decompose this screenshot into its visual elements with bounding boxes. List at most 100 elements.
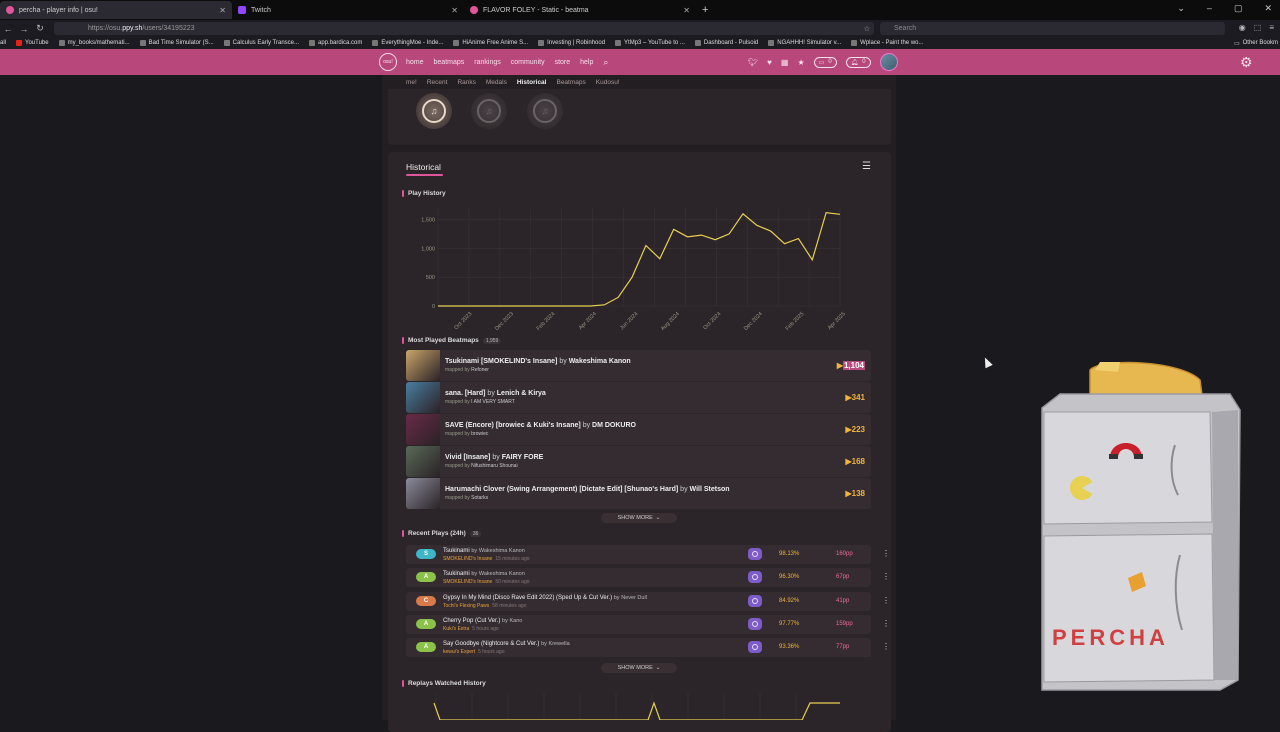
- tab-osu-profile[interactable]: percha - player info | osu! ✕: [0, 1, 232, 19]
- more-options-icon[interactable]: ⋮: [882, 572, 890, 581]
- chevron-down-icon: ⌄: [655, 665, 661, 671]
- show-more-plays-button[interactable]: SHOW MORE ⌄: [601, 663, 677, 673]
- beatmap-title-line[interactable]: Tsukinami [SMOKELIND's Insane] by Wakesh…: [445, 358, 837, 365]
- hamburger-menu-icon[interactable]: ☰: [862, 161, 871, 172]
- medal-icon[interactable]: ♫: [527, 93, 563, 129]
- bookmark-item[interactable]: all: [0, 40, 6, 46]
- recent-play-row[interactable]: A Tsukinami by Wakeshima Kanon SMOKELIND's…: [406, 568, 890, 588]
- bookmark-item[interactable]: Wplace - Paint the wo...: [851, 40, 924, 46]
- beatmap-row[interactable]: Tsukinami [SMOKELIND's Insane] by Wakesh…: [406, 350, 871, 381]
- subnav-beatmaps[interactable]: Beatmaps: [556, 79, 585, 89]
- recent-play-row[interactable]: S Tsukinami by Wakeshima Kanon SMOKELIND's…: [406, 545, 890, 564]
- osu-nav-rankings[interactable]: rankings: [474, 59, 500, 66]
- osu-nav-home[interactable]: home: [406, 59, 424, 66]
- heart-icon[interactable]: ♥: [767, 58, 772, 67]
- search-icon[interactable]: ⌕: [603, 57, 608, 68]
- chevron-down-icon[interactable]: ⌄: [1177, 3, 1185, 14]
- new-tab-button[interactable]: +: [702, 4, 708, 16]
- osu-nav-store[interactable]: store: [555, 59, 571, 66]
- more-options-icon[interactable]: ⋮: [882, 549, 890, 558]
- beatmap-title-line[interactable]: SAVE (Encore) [browiec & Kuki's Insane] …: [445, 422, 845, 429]
- star-icon[interactable]: ★: [797, 58, 804, 67]
- show-more-beatmaps-button[interactable]: SHOW MORE ⌄: [601, 513, 677, 523]
- chat-button[interactable]: ▭ 0: [813, 56, 837, 68]
- play-title-line[interactable]: Tsukinami by Wakeshima Kanon: [443, 571, 525, 577]
- account-icon[interactable]: ◉: [1239, 23, 1246, 32]
- menu-icon[interactable]: ≡: [1269, 23, 1274, 32]
- tab-label: Twitch: [251, 6, 271, 14]
- search-input[interactable]: Search: [880, 22, 1225, 35]
- beatmap-title-line[interactable]: sana. [Hard] by Lenich & Kirya: [445, 390, 845, 397]
- beatmap-mapper[interactable]: Sotarks: [471, 495, 488, 501]
- bookmark-item[interactable]: Calculus Early Transce...: [223, 40, 299, 46]
- beatmap-row[interactable]: Vivid [Insane] by FAIRY FORE mapped by Ni…: [406, 446, 871, 477]
- subnav-historical[interactable]: Historical: [517, 79, 547, 89]
- more-options-icon[interactable]: ⋮: [882, 596, 890, 605]
- medal-icon[interactable]: ♫: [471, 93, 507, 129]
- recent-play-row[interactable]: A Cherry Pop (Cut Ver.) by Kano Kuki's Ext…: [406, 614, 890, 634]
- more-options-icon[interactable]: ⋮: [882, 619, 890, 628]
- beatmap-thumbnail[interactable]: [406, 414, 440, 445]
- beatmap-thumbnail[interactable]: [406, 350, 440, 381]
- play-title-line[interactable]: Tsukinami by Wakeshima Kanon: [443, 548, 525, 554]
- subnav-kudosu[interactable]: Kudosu!: [596, 79, 620, 89]
- beatmap-title-line[interactable]: Vivid [Insane] by FAIRY FORE: [445, 454, 845, 461]
- close-icon[interactable]: ✕: [451, 6, 458, 15]
- extensions-icon[interactable]: ⬚: [1254, 23, 1262, 32]
- play-title-line[interactable]: Say Goodbye (Nightcore & Cut Ver.) by Kr…: [443, 641, 570, 647]
- avatar[interactable]: [879, 53, 898, 71]
- bookmark-item[interactable]: EverythingMoe - Inde...: [372, 40, 443, 46]
- beatmap-mapper[interactable]: Refoner: [471, 367, 489, 373]
- beatmap-thumbnail[interactable]: [406, 382, 440, 413]
- maximize-icon[interactable]: ▢: [1234, 3, 1243, 14]
- recent-play-row[interactable]: A Say Goodbye (Nightcore & Cut Ver.) by K…: [406, 638, 890, 658]
- bookmark-item[interactable]: HiAnime Free Anime S...: [453, 40, 528, 46]
- grid-icon[interactable]: ▦: [781, 58, 789, 67]
- more-options-icon[interactable]: ⋮: [882, 642, 890, 651]
- close-icon[interactable]: ✕: [219, 6, 226, 15]
- osu-logo[interactable]: osu!: [379, 53, 397, 71]
- bookmark-item[interactable]: Investing | Robinhood: [538, 40, 605, 46]
- forward-arrow-icon[interactable]: →: [16, 24, 32, 34]
- close-icon[interactable]: ✕: [683, 6, 690, 15]
- beatmap-thumbnail[interactable]: [406, 446, 440, 477]
- beatmap-row[interactable]: SAVE (Encore) [browiec & Kuki's Insane] …: [406, 414, 871, 445]
- bookmark-item[interactable]: Bad Time Simulator (S...: [139, 40, 214, 46]
- beatmap-row[interactable]: Harumachi Clover (Swing Arrangement) [Di…: [406, 478, 871, 509]
- close-window-icon[interactable]: ✕: [1264, 3, 1272, 14]
- osu-nav-help[interactable]: help: [580, 59, 593, 66]
- notifications-button[interactable]: 🔔︎ 0: [845, 56, 871, 68]
- gear-icon[interactable]: ⚙: [1240, 54, 1253, 71]
- play-title-line[interactable]: Cherry Pop (Cut Ver.) by Kano: [443, 618, 522, 624]
- minimize-icon[interactable]: –: [1207, 3, 1212, 14]
- beatmap-mapper[interactable]: Nifushimaru Shounai: [471, 463, 517, 469]
- bookmark-item[interactable]: YouTube: [16, 40, 49, 46]
- tab-beatmap[interactable]: FLAVOR FOLEY - Static - beatma ✕: [464, 1, 696, 19]
- subnav-me[interactable]: me!: [406, 79, 417, 89]
- bookmark-item[interactable]: my_books/mathemati...: [58, 40, 130, 46]
- subnav-medals[interactable]: Medals: [486, 79, 507, 89]
- recent-play-row[interactable]: C Gypsy In My Mind (Disco Rave Edit 2022)…: [406, 591, 890, 611]
- subnav-recent[interactable]: Recent: [427, 79, 448, 89]
- beatmap-thumbnail[interactable]: [406, 478, 440, 509]
- star-icon[interactable]: ☆: [864, 25, 870, 33]
- back-arrow-icon[interactable]: ←: [0, 24, 16, 34]
- tab-twitch[interactable]: Twitch ✕: [232, 1, 464, 19]
- bookmark-item[interactable]: app.bardica.com: [309, 40, 362, 46]
- play-title-line[interactable]: Gypsy In My Mind (Disco Rave Edit 2022) …: [443, 595, 647, 601]
- bookmark-item[interactable]: NGAHHH! Simulator v...: [768, 40, 841, 46]
- bookmark-item[interactable]: YtMp3 – YouTube to ...: [615, 40, 685, 46]
- twitter-icon[interactable]: 🐦︎: [748, 58, 758, 67]
- beatmap-row[interactable]: sana. [Hard] by Lenich & Kirya mapped by …: [406, 382, 871, 413]
- reload-icon[interactable]: ↻: [32, 23, 48, 34]
- bookmark-item[interactable]: Dashboard - Pulsoid: [694, 40, 758, 46]
- subnav-ranks[interactable]: Ranks: [457, 79, 475, 89]
- beatmap-mapper[interactable]: I AM VERY SMART: [471, 399, 515, 405]
- beatmap-title-line[interactable]: Harumachi Clover (Swing Arrangement) [Di…: [445, 486, 845, 493]
- osu-nav-community[interactable]: community: [511, 59, 545, 66]
- other-bookmarks[interactable]: ▭ Other Bookm: [1234, 37, 1278, 49]
- url-bar[interactable]: https://osu. ppy.sh/users/34195223 ☆: [54, 22, 874, 35]
- osu-nav-beatmaps[interactable]: beatmaps: [434, 59, 465, 66]
- medal-icon[interactable]: ♫: [416, 93, 452, 129]
- beatmap-mapper[interactable]: browiec: [471, 431, 488, 437]
